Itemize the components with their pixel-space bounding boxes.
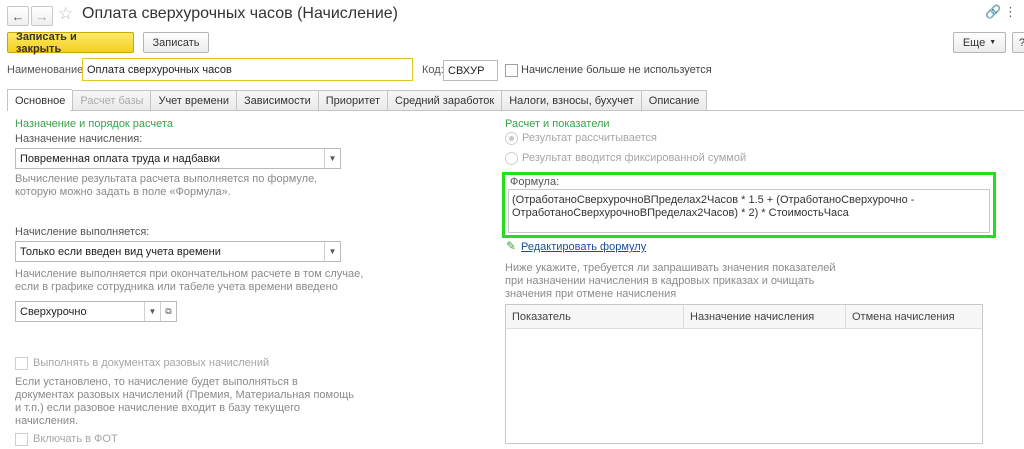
indicators-hint-line: Ниже укажите, требуется ли запрашивать з… [505,262,836,274]
time-type-value: Сверхурочно [20,305,87,318]
back-button[interactable]: ← [7,6,29,26]
radio-calculated[interactable] [505,132,518,145]
left-section-title: Назначение и порядок расчета [15,118,173,130]
chevron-down-icon: ▼ [989,39,997,46]
tab-description[interactable]: Описание [640,90,708,111]
save-button[interactable]: Записать [143,32,209,53]
favorite-star-icon[interactable]: ☆ [58,4,73,24]
column-header-cancel[interactable]: Отмена начисления [846,305,982,329]
onetime-hint-line: начисления. [15,415,79,427]
more-label: Еще [962,36,986,49]
more-vertical-icon[interactable]: ⋮ [1004,4,1017,20]
code-label: Код: [422,64,444,76]
column-header-assignment[interactable]: Назначение начисления [684,305,846,329]
onetime-checkbox[interactable] [15,357,28,370]
table-header: Показатель Назначение начисления Отмена … [506,305,982,329]
indicators-table[interactable]: Показатель Назначение начисления Отмена … [505,304,983,444]
indicators-hint-line: при назначении начисления в кадровых при… [505,275,815,287]
performed-hint-line: если в графике сотрудника или табеле уче… [15,281,338,293]
tab-bar: Основное Расчет базы Учет времени Зависи… [7,89,708,111]
pencil-icon: ✎ [506,239,517,253]
purpose-hint-line: Вычисление результата расчета выполняетс… [15,173,318,185]
arrow-right-icon: → [35,8,49,24]
performed-select[interactable]: Только если введен вид учета времени ▼ [15,241,341,262]
formula-highlight: Формула: (ОтработаноСверхурочноВПределах… [502,172,996,238]
code-input[interactable]: СВХУР [443,60,498,81]
onetime-hint: Если установлено, то начисление будет вы… [15,376,354,428]
onetime-hint-line: и т.п.) если разовое начисление входит в… [15,402,301,414]
radio-dot [509,136,514,141]
formula-line: ОтработаноСверхурочноВПределах2Часов) * … [512,207,849,219]
performed-hint-line: Начисление выполняется при окончательном… [15,268,364,280]
tab-main[interactable]: Основное [7,89,73,111]
onetime-label: Выполнять в документах разовых начислени… [33,357,270,369]
indicators-hint: Ниже укажите, требуется ли запрашивать з… [505,262,836,301]
performed-label: Начисление выполняется: [15,226,150,238]
performed-hint: Начисление выполняется при окончательном… [15,268,363,294]
onetime-hint-line: документах разовых начислений (Премия, М… [15,389,354,401]
fot-checkbox[interactable] [15,433,28,446]
radio-fixed-label: Результат вводится фиксированной суммой [522,152,747,164]
tab-time-accounting[interactable]: Учет времени [150,90,236,111]
chevron-down-icon[interactable]: ▼ [324,242,340,261]
more-button[interactable]: Еще ▼ [953,32,1006,53]
indicators-hint-line: значения при отмене начисления [505,288,677,300]
save-close-button[interactable]: Записать и закрыть [7,31,134,55]
purpose-hint-line: которую можно задать в поле «Формула». [15,186,231,198]
name-label: Наименование: [7,64,87,76]
formula-line: (ОтработаноСверхурочноВПределах2Часов * … [512,194,915,206]
purpose-select[interactable]: Повременная оплата труда и надбавки ▼ [15,148,341,169]
purpose-hint: Вычисление результата расчета выполняетс… [15,173,317,199]
tab-taxes[interactable]: Налоги, взносы, бухучет [501,90,641,111]
active-tab-gap [8,110,70,111]
radio-calculated-label: Результат рассчитывается [522,132,657,144]
purpose-label: Назначение начисления: [15,133,143,145]
formula-textarea[interactable]: (ОтработаноСверхурочноВПределах2Часов * … [508,189,990,233]
radio-fixed[interactable] [505,152,518,165]
chevron-down-icon[interactable]: ▼ [324,149,340,168]
window-title: Оплата сверхурочных часов (Начисление) [82,5,398,22]
help-button[interactable]: ? [1012,32,1024,53]
column-header-indicator[interactable]: Показатель [506,305,684,329]
forward-button[interactable]: → [31,6,53,26]
open-icon[interactable]: ⧉ [160,302,176,321]
name-input[interactable]: Оплата сверхурочных часов [82,58,413,81]
tab-average-earnings[interactable]: Средний заработок [387,90,502,111]
right-section-title: Расчет и показатели [505,118,610,130]
fot-label: Включать в ФОТ [33,433,118,445]
tab-base-calc[interactable]: Расчет базы [72,90,151,111]
formula-label: Формула: [510,176,560,188]
tab-priority[interactable]: Приоритет [317,90,388,111]
purpose-value: Повременная оплата труда и надбавки [20,152,221,165]
unused-label: Начисление больше не используется [521,64,712,76]
arrow-left-icon: ← [11,8,25,24]
link-icon[interactable]: 🔗 [985,4,1001,20]
tab-dependencies[interactable]: Зависимости [236,90,318,111]
unused-checkbox[interactable] [505,64,518,77]
chevron-down-icon[interactable]: ▼ [144,302,160,321]
tab-divider [7,110,1024,111]
edit-formula-link[interactable]: Редактировать формулу [521,241,646,253]
onetime-hint-line: Если установлено, то начисление будет вы… [15,376,298,388]
time-type-select[interactable]: Сверхурочно ▼ ⧉ [15,301,177,322]
performed-value: Только если введен вид учета времени [20,245,221,258]
